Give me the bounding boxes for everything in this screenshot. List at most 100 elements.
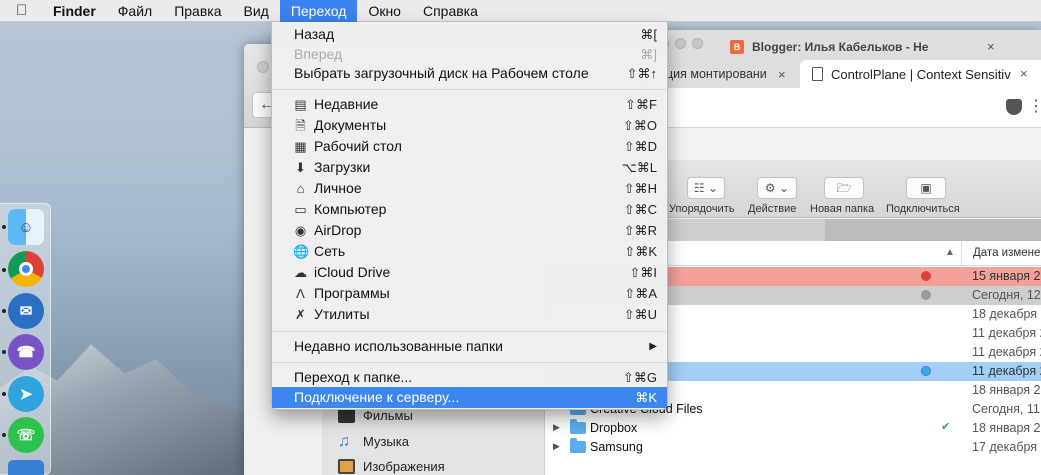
shortcut-label: ⇧⌘I xyxy=(629,265,657,280)
menu-item-airdrop[interactable]: ◉ AirDrop ⇧⌘R xyxy=(272,220,667,241)
sidebar-item-pictures[interactable]: Изображения xyxy=(338,455,445,475)
shortcut-label: ⇧⌘D xyxy=(623,139,657,154)
app-icon[interactable] xyxy=(8,460,44,475)
menu-item-label: Выбрать загрузочный диск на Рабочем стол… xyxy=(294,65,589,81)
minimize-icon[interactable] xyxy=(675,38,686,49)
shortcut-label: ⌘[ xyxy=(640,27,657,42)
menu-item-forward[interactable]: Вперед ⌘] xyxy=(272,44,667,65)
finder-toolbar: ☷ ⌄ Упорядочить ⚙ ⌄ Действие 🗁 Новая пап… xyxy=(650,160,1041,218)
row-date: 11 декабря 2 xyxy=(972,364,1041,378)
sidebar-item-label: Изображения xyxy=(363,458,445,474)
menu-item-label: Программы xyxy=(314,285,390,301)
menu-item-desktop[interactable]: ▦ Рабочий стол ⇧⌘D xyxy=(272,136,667,157)
menu-item-utilities[interactable]: ✗ Утилиты ⇧⌘U xyxy=(272,304,667,325)
menu-item-label: Подключение к серверу... xyxy=(294,389,460,405)
close-icon[interactable] xyxy=(257,61,269,73)
menu-separator xyxy=(272,331,667,332)
menu-view[interactable]: Вид xyxy=(233,0,280,22)
row-date: 17 декабря 2 xyxy=(972,440,1041,454)
menu-item-label: Личное xyxy=(314,180,362,196)
menu-item-computer[interactable]: ▭ Компьютер ⇧⌘C xyxy=(272,199,667,220)
shortcut-label: ⇧⌘F xyxy=(625,97,657,112)
shortcut-label: ⇧⌘K xyxy=(624,244,657,259)
running-indicator xyxy=(2,350,6,354)
path-segment xyxy=(825,219,1041,241)
menu-item-documents[interactable]: 🗎 Документы ⇧⌘O xyxy=(272,115,667,136)
menu-item-go-to-folder[interactable]: Переход к папке... ⇧⌘G xyxy=(272,367,667,388)
menu-item-applications[interactable]: Λ Программы ⇧⌘A xyxy=(272,283,667,304)
chrome-tab-blogger[interactable]: B Blogger: Илья Кабельков - Не xyxy=(730,34,990,60)
sidebar-item-music[interactable]: ♫ Музыка xyxy=(338,430,409,452)
row-date: 18 декабря 2 xyxy=(972,307,1041,321)
menu-go[interactable]: Переход xyxy=(279,0,358,22)
menu-item-label: Переход к папке... xyxy=(294,369,413,385)
connect-button[interactable]: ▣ xyxy=(906,177,946,199)
menu-item-label: Загрузки xyxy=(314,159,371,175)
sort-up-icon[interactable]: ▲ xyxy=(945,247,955,258)
apple-icon[interactable]:  xyxy=(16,2,42,19)
menu-item-label: Компьютер xyxy=(314,201,387,217)
thunderbird-icon[interactable]: ✉ xyxy=(8,293,44,329)
sidebar-item-label: Музыка xyxy=(363,433,409,449)
chrome-icon[interactable] xyxy=(8,251,44,287)
viber-icon[interactable]: ☎ xyxy=(8,334,44,370)
menu-item-network[interactable]: 🌐 Сеть ⇧⌘K xyxy=(272,241,667,262)
action-button[interactable]: ⚙ ⌄ xyxy=(757,177,797,199)
menu-item-downloads[interactable]: ⬇ Загрузки ⌥⌘L xyxy=(272,157,667,178)
arrange-button[interactable]: ☷ ⌄ xyxy=(687,177,725,199)
menu-file[interactable]: Файл xyxy=(107,0,163,22)
shortcut-label: ⇧⌘R xyxy=(623,223,657,238)
menu-item-startup-disk[interactable]: Выбрать загрузочный диск на Рабочем стол… xyxy=(272,63,667,84)
menu-item-home[interactable]: ⌂ Личное ⇧⌘H xyxy=(272,178,667,199)
shortcut-label: ⇧⌘↑ xyxy=(626,66,657,81)
chrome-tab-controlplane[interactable]: ControlPlane | Context Sensitiv xyxy=(800,60,1041,88)
column-divider xyxy=(961,241,962,266)
table-row[interactable]: ▶ Samsung 17 декабря 2 xyxy=(545,438,1041,457)
shortcut-label: ⇧⌘U xyxy=(623,307,657,322)
disclosure-triangle-icon[interactable]: ▶ xyxy=(553,422,560,433)
menu-item-connect-to-server[interactable]: Подключение к серверу... ⌘K xyxy=(272,387,667,408)
menu-edit[interactable]: Правка xyxy=(163,0,232,22)
shortcut-label: ⇧⌘A xyxy=(624,286,657,301)
menu-item-back[interactable]: Назад ⌘[ xyxy=(272,24,667,45)
menu-item-label: AirDrop xyxy=(314,222,362,238)
desktop-icon: ▦ xyxy=(294,139,307,154)
tab-close-icon[interactable]: × xyxy=(987,39,995,54)
menu-finder[interactable]: Finder xyxy=(42,0,107,22)
more-options-icon[interactable]: ⋮ xyxy=(1028,99,1041,115)
menu-item-recent-folders[interactable]: Недавно использованные папки ▶ xyxy=(272,336,667,357)
blue-tag-icon xyxy=(921,366,931,376)
utilities-tools-icon: ✗ xyxy=(295,307,306,322)
new-folder-label: Новая папка xyxy=(810,203,875,215)
disclosure-triangle-icon[interactable]: ▶ xyxy=(553,441,560,452)
row-date: 18 января 20 xyxy=(972,383,1041,397)
tab-close-icon[interactable]: × xyxy=(1020,66,1028,81)
menu-help[interactable]: Справка xyxy=(412,0,489,22)
extension-shield-icon[interactable] xyxy=(1006,99,1022,115)
zoom-icon[interactable] xyxy=(692,38,703,49)
shortcut-label: ⌥⌘L xyxy=(621,160,657,175)
airdrop-icon: ◉ xyxy=(294,223,307,238)
menu-item-icloud[interactable]: ☁ iCloud Drive ⇧⌘I xyxy=(272,262,667,283)
table-row[interactable]: ▶ Dropbox ✔ 18 января 20 xyxy=(545,419,1041,438)
menu-item-recents[interactable]: ▤ Недавние ⇧⌘F xyxy=(272,94,667,115)
finder-icon[interactable]: ☺ xyxy=(8,209,44,245)
chrome-address-bar: ⋮ xyxy=(650,88,1041,128)
menu-item-label: Недавно использованные папки xyxy=(294,338,503,354)
running-indicator xyxy=(2,225,6,229)
tab-title: Blogger: Илья Кабельков - Не xyxy=(752,40,929,54)
menu-window[interactable]: Окно xyxy=(357,0,412,22)
documents-icon: 🗎 xyxy=(295,118,306,133)
whatsapp-icon[interactable]: ☏ xyxy=(8,417,44,453)
date-column-header[interactable]: Дата измене xyxy=(973,247,1040,259)
new-folder-button[interactable]: 🗁 xyxy=(824,177,864,199)
running-indicator xyxy=(2,433,6,437)
page-icon xyxy=(812,67,823,81)
row-date: 11 декабря 2 xyxy=(972,345,1041,359)
sync-check-icon: ✔ xyxy=(941,421,951,433)
go-menu-dropdown: Назад ⌘[ Вперед ⌘] Выбрать загрузочный д… xyxy=(271,22,668,410)
applications-icon: Λ xyxy=(296,286,305,301)
tab-close-icon[interactable]: × xyxy=(778,67,786,82)
telegram-icon[interactable]: ➤ xyxy=(8,376,44,412)
shortcut-label: ⌘] xyxy=(640,47,657,62)
